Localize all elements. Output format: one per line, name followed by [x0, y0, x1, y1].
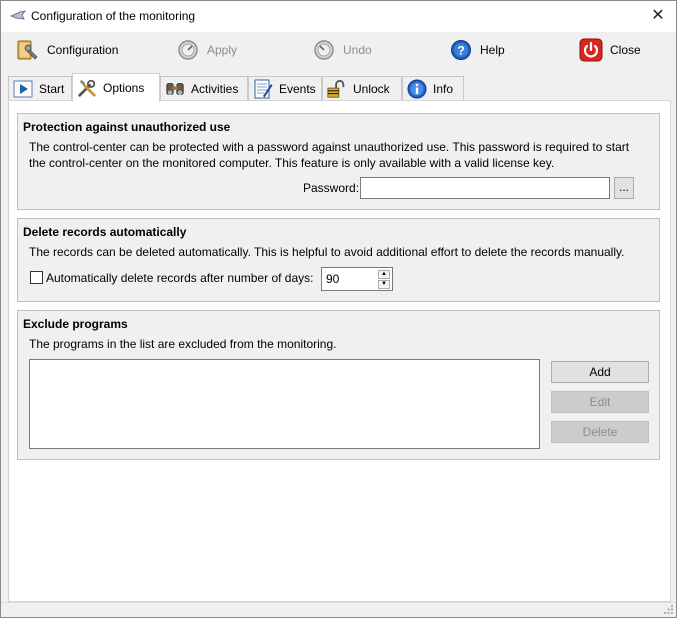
apply-label: Apply: [207, 43, 238, 57]
tab-start-label: Start: [39, 81, 65, 96]
protection-group: Protection against unauthorized use The …: [17, 113, 660, 210]
info-icon: [407, 79, 427, 99]
stepper-down-icon[interactable]: ▼: [378, 280, 390, 289]
stepper-up-icon[interactable]: ▲: [378, 270, 390, 279]
days-value: 90: [326, 272, 340, 286]
toolbar: Configuration Apply Undo ? Help Close: [1, 32, 676, 70]
tab-options-label: Options: [103, 81, 145, 95]
power-icon: [578, 37, 604, 63]
help-button[interactable]: ? Help: [448, 36, 505, 64]
tab-events-label: Events: [279, 81, 316, 96]
browse-button[interactable]: ...: [614, 177, 634, 199]
protection-title: Protection against unauthorized use: [23, 120, 231, 134]
delete-button[interactable]: Delete: [551, 421, 649, 443]
close-label: Close: [610, 43, 641, 57]
password-label: Password:: [303, 181, 360, 195]
svg-text:?: ?: [457, 44, 464, 58]
tab-unlock[interactable]: Unlock: [322, 76, 402, 100]
exclude-programs-title: Exclude programs: [23, 317, 128, 331]
auto-delete-label: Automatically delete records after numbe…: [46, 271, 314, 285]
password-field[interactable]: [360, 177, 610, 199]
exclude-programs-group: Exclude programs The programs in the lis…: [17, 310, 660, 460]
configuration-label: Configuration: [47, 43, 119, 57]
tab-unlock-label: Unlock: [353, 81, 390, 96]
resize-grip-icon[interactable]: [664, 605, 674, 615]
status-bar: [1, 602, 676, 618]
auto-delete-checkbox[interactable]: [30, 271, 43, 284]
gauge-icon: [311, 37, 337, 63]
delete-records-title: Delete records automatically: [23, 225, 187, 239]
tab-info-label: Info: [433, 81, 454, 96]
folder-wrench-icon: [15, 37, 41, 63]
window-close-button[interactable]: ✕: [648, 6, 668, 26]
days-stepper[interactable]: 90 ▲ ▼: [321, 267, 393, 291]
tab-activities[interactable]: Activities: [160, 76, 248, 100]
main-window: Configuration of the monitoring ✕ Config…: [0, 0, 677, 618]
exclude-programs-description: The programs in the list are excluded fr…: [29, 337, 337, 351]
delete-records-description: The records can be deleted automatically…: [29, 245, 625, 259]
tab-info[interactable]: Info: [402, 76, 464, 100]
protection-line-1: The control-center can be protected with…: [29, 140, 630, 154]
delete-records-group: Delete records automatically The records…: [17, 218, 660, 302]
undo-button[interactable]: Undo: [311, 36, 372, 64]
app-icon: [10, 10, 26, 20]
edit-button[interactable]: Edit: [551, 391, 649, 413]
title-bar: Configuration of the monitoring ✕: [1, 1, 676, 32]
tab-activities-label: Activities: [191, 81, 239, 96]
close-button[interactable]: Close: [578, 36, 641, 64]
play-icon: [13, 79, 33, 99]
tab-options[interactable]: Options: [72, 73, 160, 102]
binoculars-icon: [165, 79, 185, 99]
options-panel: Protection against unauthorized use The …: [8, 100, 671, 602]
add-button[interactable]: Add: [551, 361, 649, 383]
excluded-programs-list[interactable]: [29, 359, 540, 449]
configuration-button[interactable]: Configuration: [15, 36, 118, 64]
tools-icon: [77, 78, 97, 98]
notepad-icon: [253, 79, 273, 99]
help-icon: ?: [448, 37, 474, 63]
tab-events[interactable]: Events: [248, 76, 322, 100]
apply-button[interactable]: Apply: [175, 36, 237, 64]
padlock-icon: [327, 79, 347, 99]
days-stepper-buttons: ▲ ▼: [378, 270, 390, 290]
protection-line-2: the control-center on the monitored comp…: [29, 156, 555, 170]
tab-start[interactable]: Start: [8, 76, 72, 100]
undo-label: Undo: [343, 43, 372, 57]
gauge-icon: [175, 37, 201, 63]
window-title: Configuration of the monitoring: [31, 9, 196, 23]
help-label: Help: [480, 43, 505, 57]
